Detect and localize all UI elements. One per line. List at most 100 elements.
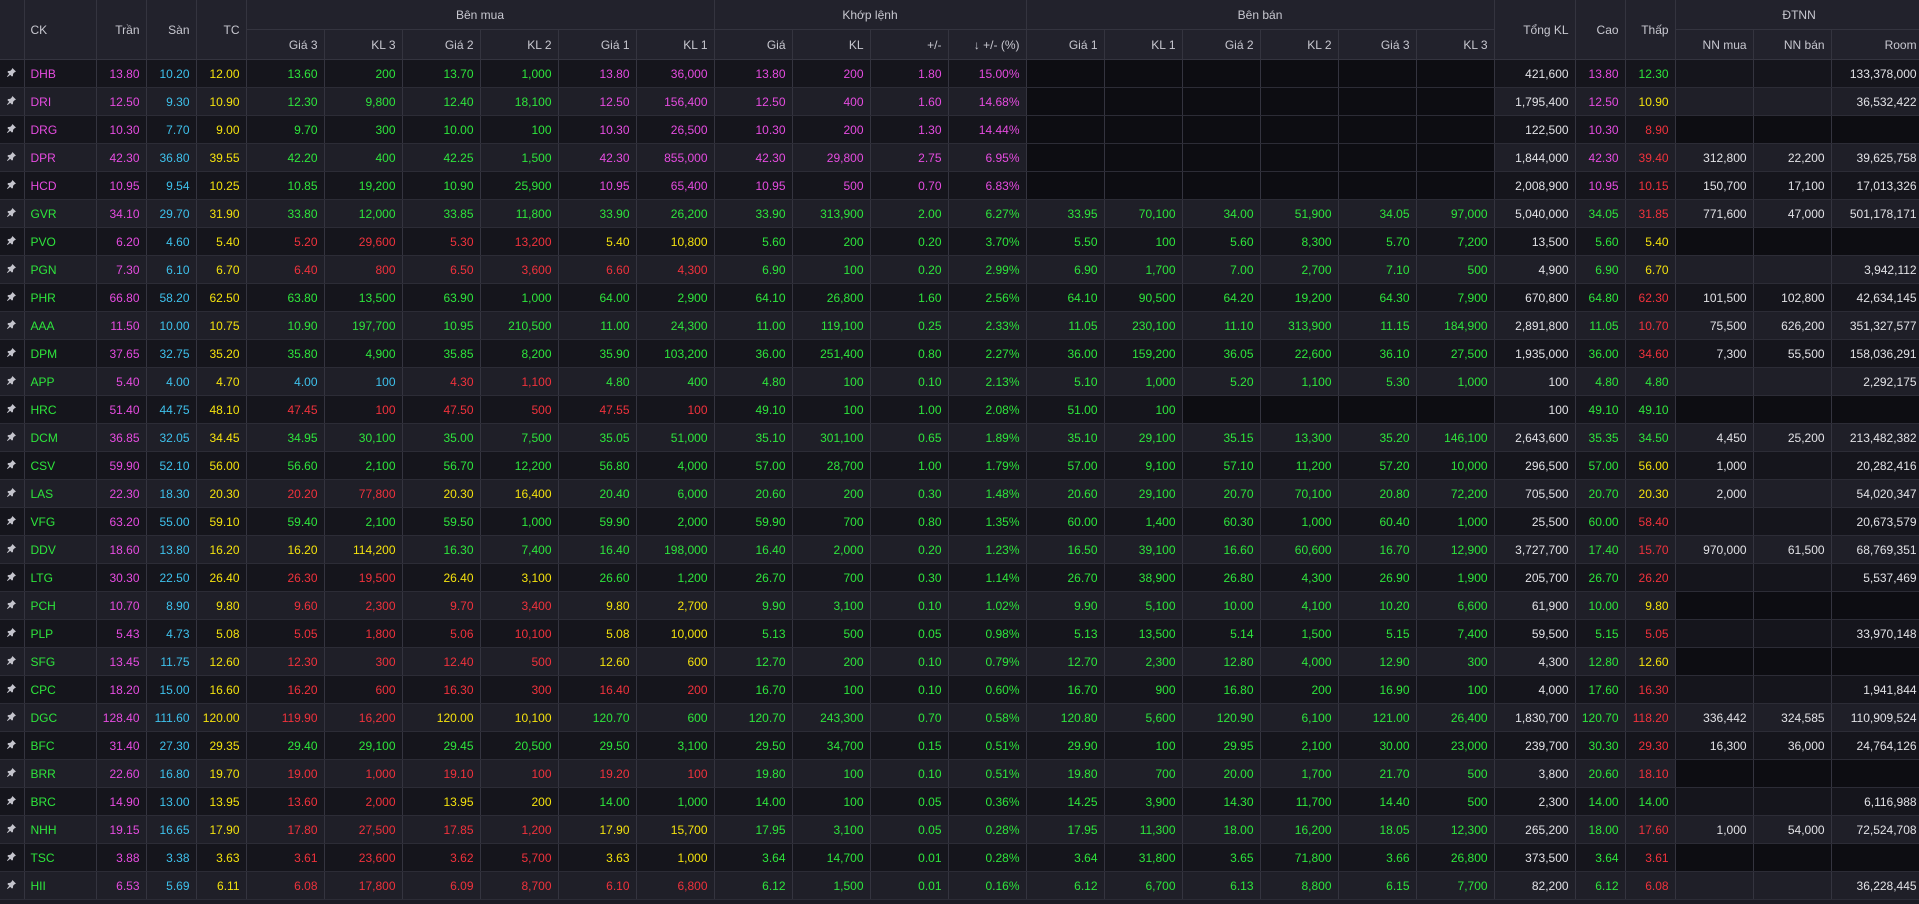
symbol[interactable]: BRC	[24, 787, 97, 816]
symbol[interactable]: DGC	[24, 703, 97, 732]
header-buy-kl1[interactable]: KL 1	[636, 29, 715, 60]
header-sell-kl1[interactable]: KL 1	[1104, 29, 1183, 60]
header-buy-kl3[interactable]: KL 3	[324, 29, 403, 60]
header-san[interactable]: Sàn	[146, 0, 197, 60]
table-row[interactable]: LTG 30.30 22.50 26.40 26.30 19,500 26.40 3,100 2…	[0, 563, 1919, 592]
table-row[interactable]: CSV 59.90 52.10 56.00 56.60 2,100 56.70 12,200 5…	[0, 451, 1919, 480]
pin-icon[interactable]	[0, 171, 25, 200]
symbol[interactable]: HII	[24, 871, 97, 900]
header-tong-kl[interactable]: Tổng KL	[1494, 0, 1576, 60]
pin-icon[interactable]	[0, 647, 25, 676]
symbol[interactable]: HCD	[24, 171, 97, 200]
pin-icon[interactable]	[0, 591, 25, 620]
pin-icon[interactable]	[0, 843, 25, 872]
symbol[interactable]: DHB	[24, 59, 97, 88]
symbol[interactable]: BFC	[24, 731, 97, 760]
symbol[interactable]: BRR	[24, 759, 97, 788]
table-row[interactable]: BRR 22.60 16.80 19.70 19.00 1,000 19.10 100 19.2…	[0, 759, 1919, 788]
table-row[interactable]: SFG 13.45 11.75 12.60 12.30 300 12.40 500 12.60 6…	[0, 647, 1919, 676]
header-buy-kl2[interactable]: KL 2	[480, 29, 559, 60]
pin-icon[interactable]	[0, 311, 25, 340]
symbol[interactable]: PHR	[24, 283, 97, 312]
pin-icon[interactable]	[0, 115, 25, 144]
pin-icon[interactable]	[0, 479, 25, 508]
symbol[interactable]: PVO	[24, 227, 97, 256]
pin-icon[interactable]	[0, 423, 25, 452]
table-row[interactable]: LAS 22.30 18.30 20.30 20.20 77,800 20.30 16,400…	[0, 479, 1919, 508]
header-match-gia[interactable]: Giá	[714, 29, 793, 60]
table-row[interactable]: DRG 10.30 7.70 9.00 9.70 300 10.00 100 10.30 26,5…	[0, 115, 1919, 144]
symbol[interactable]: CPC	[24, 675, 97, 704]
table-row[interactable]: PVO 6.20 4.60 5.40 5.20 29,600 5.30 13,200 5.40 1…	[0, 227, 1919, 256]
symbol[interactable]: APP	[24, 367, 97, 396]
symbol[interactable]: DRI	[24, 87, 97, 116]
pin-icon[interactable]	[0, 255, 25, 284]
table-row[interactable]: VFG 63.20 55.00 59.10 59.40 2,100 59.50 1,000 59…	[0, 507, 1919, 536]
header-sell-gia1[interactable]: Giá 1	[1026, 29, 1105, 60]
header-ck[interactable]: CK	[24, 0, 97, 60]
header-sell-gia2[interactable]: Giá 2	[1182, 29, 1261, 60]
symbol[interactable]: LTG	[24, 563, 97, 592]
header-sell-kl2[interactable]: KL 2	[1260, 29, 1339, 60]
header-buy-gia1[interactable]: Giá 1	[558, 29, 637, 60]
pin-icon[interactable]	[0, 59, 25, 88]
symbol[interactable]: DPM	[24, 339, 97, 368]
table-row[interactable]: TSC 3.88 3.38 3.63 3.61 23,600 3.62 5,700 3.63 1,…	[0, 843, 1919, 872]
header-sell-gia3[interactable]: Giá 3	[1338, 29, 1417, 60]
pin-icon[interactable]	[0, 339, 25, 368]
symbol[interactable]: CSV	[24, 451, 97, 480]
header-thap[interactable]: Thấp	[1625, 0, 1676, 60]
header-nn-mua[interactable]: NN mua	[1675, 29, 1754, 60]
pin-icon[interactable]	[0, 787, 25, 816]
pin-icon[interactable]	[0, 87, 25, 116]
table-row[interactable]: DHB 13.80 10.20 12.00 13.60 200 13.70 1,000 13.8…	[0, 59, 1919, 88]
symbol[interactable]: PGN	[24, 255, 97, 284]
header-cao[interactable]: Cao	[1575, 0, 1626, 60]
table-row[interactable]: HCD 10.95 9.54 10.25 10.85 19,200 10.90 25,900 1…	[0, 171, 1919, 200]
pin-icon[interactable]	[0, 731, 25, 760]
pin-icon[interactable]	[0, 815, 25, 844]
symbol[interactable]: HRC	[24, 395, 97, 424]
symbol[interactable]: VFG	[24, 507, 97, 536]
table-row[interactable]: APP 5.40 4.00 4.70 4.00 100 4.30 1,100 4.80 400 4.…	[0, 367, 1919, 396]
symbol[interactable]: PCH	[24, 591, 97, 620]
symbol[interactable]: LAS	[24, 479, 97, 508]
symbol[interactable]: PLP	[24, 619, 97, 648]
pin-icon[interactable]	[0, 703, 25, 732]
symbol[interactable]: AAA	[24, 311, 97, 340]
table-row[interactable]: BFC 31.40 27.30 29.35 29.40 29,100 29.45 20,500…	[0, 731, 1919, 760]
table-row[interactable]: DDV 18.60 13.80 16.20 16.20 114,200 16.30 7,400…	[0, 535, 1919, 564]
symbol[interactable]: NHH	[24, 815, 97, 844]
pin-icon[interactable]	[0, 759, 25, 788]
table-row[interactable]: DCM 36.85 32.05 34.45 34.95 30,100 35.00 7,500 3…	[0, 423, 1919, 452]
header-tc[interactable]: TC	[196, 0, 247, 60]
pin-icon[interactable]	[0, 451, 25, 480]
table-row[interactable]: PLP 5.43 4.73 5.08 5.05 1,800 5.06 10,100 5.08 10…	[0, 619, 1919, 648]
symbol[interactable]: DRG	[24, 115, 97, 144]
table-row[interactable]: NHH 19.15 16.65 17.90 17.80 27,500 17.85 1,200 1…	[0, 815, 1919, 844]
pin-icon[interactable]	[0, 227, 25, 256]
symbol[interactable]: DPR	[24, 143, 97, 172]
pin-icon[interactable]	[0, 871, 25, 900]
table-row[interactable]: DGC 128.40 111.60 120.00 119.90 16,200 120.00 1…	[0, 703, 1919, 732]
symbol[interactable]: DDV	[24, 535, 97, 564]
table-row[interactable]: DPM 37.65 32.75 35.20 35.80 4,900 35.85 8,200 35…	[0, 339, 1919, 368]
pin-icon[interactable]	[0, 143, 25, 172]
symbol[interactable]: GVR	[24, 199, 97, 228]
header-nn-ban[interactable]: NN bán	[1753, 29, 1832, 60]
pin-icon[interactable]	[0, 367, 25, 396]
pin-icon[interactable]	[0, 675, 25, 704]
symbol[interactable]: TSC	[24, 843, 97, 872]
table-row[interactable]: DRI 12.50 9.30 10.90 12.30 9,800 12.40 18,100 12…	[0, 87, 1919, 116]
table-row[interactable]: CPC 18.20 15.00 16.60 16.20 600 16.30 300 16.40 2…	[0, 675, 1919, 704]
pin-icon[interactable]	[0, 619, 25, 648]
pin-icon[interactable]	[0, 395, 25, 424]
table-row[interactable]: BRC 14.90 13.00 13.95 13.60 2,000 13.95 200 14.0…	[0, 787, 1919, 816]
table-row[interactable]: DPR 42.30 36.80 39.55 42.20 400 42.25 1,500 42.3…	[0, 143, 1919, 172]
pin-icon[interactable]	[0, 507, 25, 536]
table-row[interactable]: PHR 66.80 58.20 62.50 63.80 13,500 63.90 1,000 6…	[0, 283, 1919, 312]
header-buy-gia3[interactable]: Giá 3	[246, 29, 325, 60]
table-row[interactable]: HRC 51.40 44.75 48.10 47.45 100 47.50 500 47.55 1…	[0, 395, 1919, 424]
header-match-kl[interactable]: KL	[792, 29, 871, 60]
symbol[interactable]: DCM	[24, 423, 97, 452]
